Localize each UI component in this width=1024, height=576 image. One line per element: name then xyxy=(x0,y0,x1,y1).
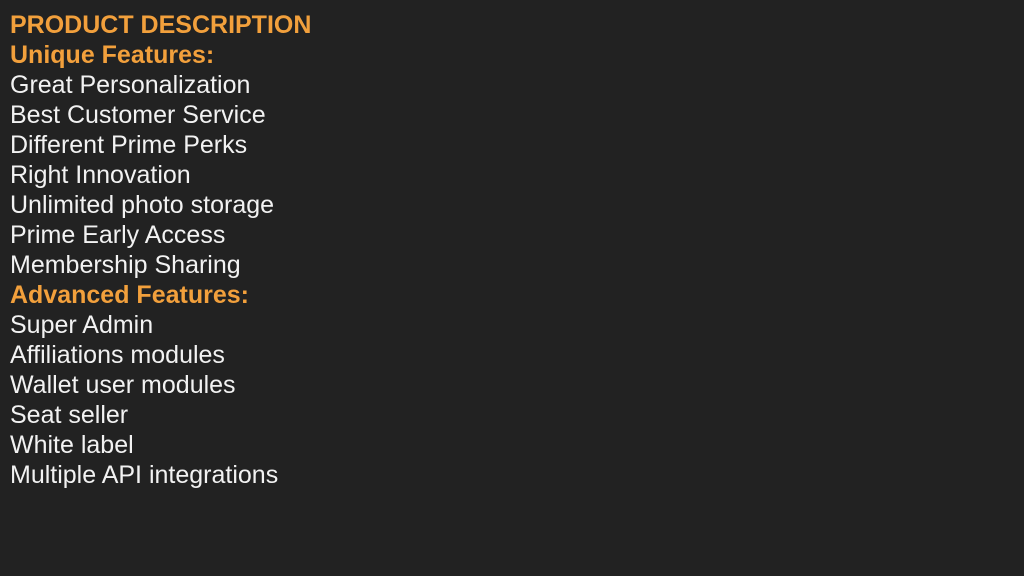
section-heading: Unique Features: xyxy=(10,41,215,69)
section-heading: PRODUCT DESCRIPTION xyxy=(10,11,312,39)
product-description-slide: PRODUCT DESCRIPTION Unique Features: Great… xyxy=(0,0,1024,576)
feature-item: Prime Early Access xyxy=(10,221,226,249)
section-heading: Advanced Features: xyxy=(10,281,249,309)
feature-item: Membership Sharing xyxy=(10,251,241,279)
feature-item: Right Innovation xyxy=(10,161,191,189)
feature-item: White label xyxy=(10,431,134,459)
feature-item: Multiple API integrations xyxy=(10,461,279,489)
feature-item: Wallet user modules xyxy=(10,371,236,399)
feature-item: Affiliations modules xyxy=(10,341,225,369)
feature-item: Seat seller xyxy=(10,401,129,429)
feature-item: Great Personalization xyxy=(10,71,251,99)
feature-item: Different Prime Perks xyxy=(10,131,248,159)
feature-item: Unlimited photo storage xyxy=(10,191,275,219)
feature-item: Super Admin xyxy=(10,311,154,339)
feature-text-block: PRODUCT DESCRIPTION Unique Features: Great… xyxy=(10,10,1024,490)
feature-item: Best Customer Service xyxy=(10,101,266,129)
